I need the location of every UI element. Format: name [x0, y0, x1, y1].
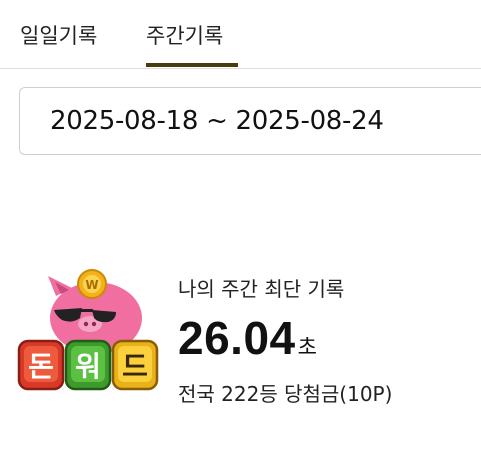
- tab-weekly-record[interactable]: 주간기록: [146, 20, 223, 50]
- date-range-text: 2025-08-18 ~ 2025-08-24: [50, 106, 384, 136]
- record-rank: 전국 222등 당첨금(10P): [178, 382, 393, 406]
- record-time: 26.04초: [178, 311, 317, 365]
- record-time-unit: 초: [297, 335, 317, 359]
- logo-tile-3: 드: [111, 339, 159, 391]
- active-tab-indicator: [146, 63, 238, 67]
- tab-bar: 일일기록 주간기록: [0, 0, 481, 69]
- logo-tile-2: 워: [64, 339, 112, 391]
- coin-icon: W: [77, 269, 107, 299]
- logo-tile-1: 돈: [17, 339, 65, 391]
- date-range-selector[interactable]: 2025-08-18 ~ 2025-08-24: [19, 87, 481, 155]
- tab-daily-record[interactable]: 일일기록: [20, 20, 97, 50]
- logo-tile-3-text: 드: [122, 350, 148, 383]
- record-title: 나의 주간 최단 기록: [178, 277, 345, 301]
- donword-logo: W 돈 워 드: [17, 269, 159, 391]
- coin-letter: W: [85, 278, 98, 292]
- logo-tile-1-text: 돈: [28, 350, 54, 383]
- logo-tile-2-text: 워: [75, 350, 101, 383]
- record-time-value: 26.04: [178, 312, 296, 364]
